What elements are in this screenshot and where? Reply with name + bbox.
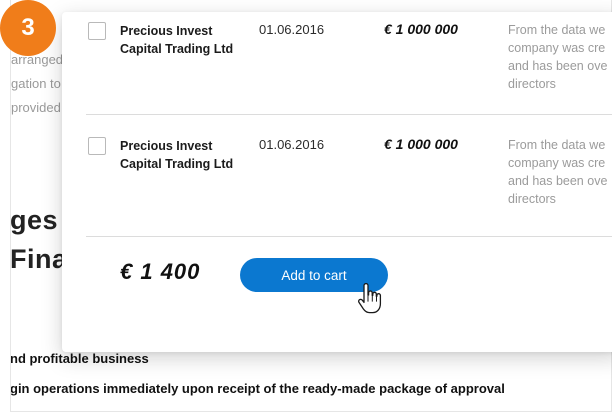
background-bold-text: nd profitable business xyxy=(10,351,149,366)
description-line: directors xyxy=(508,192,556,206)
background-heading: ges xyxy=(10,205,59,235)
cart-card: Precious Invest Capital Trading Ltd 01.0… xyxy=(62,12,612,352)
description-line: company was cre xyxy=(508,41,606,55)
offer-description: From the data we company was cre and has… xyxy=(508,136,612,208)
company-name: Precious Invest Capital Trading Ltd xyxy=(120,139,234,171)
offer-description: From the data we company was cre and has… xyxy=(508,21,612,93)
step-badge: 3 xyxy=(0,0,56,56)
background-bold-text: gin operations immediately upon receipt … xyxy=(10,381,505,396)
offer-date: 01.06.2016 xyxy=(259,137,325,152)
description-line: company was cre xyxy=(508,156,606,170)
company-name: Precious Invest Capital Trading Ltd xyxy=(120,24,234,56)
row-divider xyxy=(86,114,612,115)
background-heading: Fina xyxy=(10,244,68,274)
hand-pointer-icon xyxy=(358,283,382,314)
offer-date: 01.06.2016 xyxy=(259,22,325,37)
row-divider xyxy=(86,236,612,237)
offer-checkbox[interactable] xyxy=(88,22,106,40)
description-line: From the data we xyxy=(508,138,606,152)
description-line: and has been ove xyxy=(508,174,608,188)
offer-row: Precious Invest Capital Trading Ltd 01.0… xyxy=(86,133,612,233)
offer-row: Precious Invest Capital Trading Ltd 01.0… xyxy=(86,18,612,118)
cart-total: € 1 400 xyxy=(120,259,201,284)
description-line: From the data we xyxy=(508,23,606,37)
background-text: provided xyxy=(11,100,61,115)
description-line: directors xyxy=(508,77,556,91)
background-text: gation to xyxy=(11,76,61,91)
offer-price: € 1 000 000 xyxy=(384,21,458,37)
offer-price: € 1 000 000 xyxy=(384,136,458,152)
description-line: and has been ove xyxy=(508,59,608,73)
offer-checkbox[interactable] xyxy=(88,137,106,155)
